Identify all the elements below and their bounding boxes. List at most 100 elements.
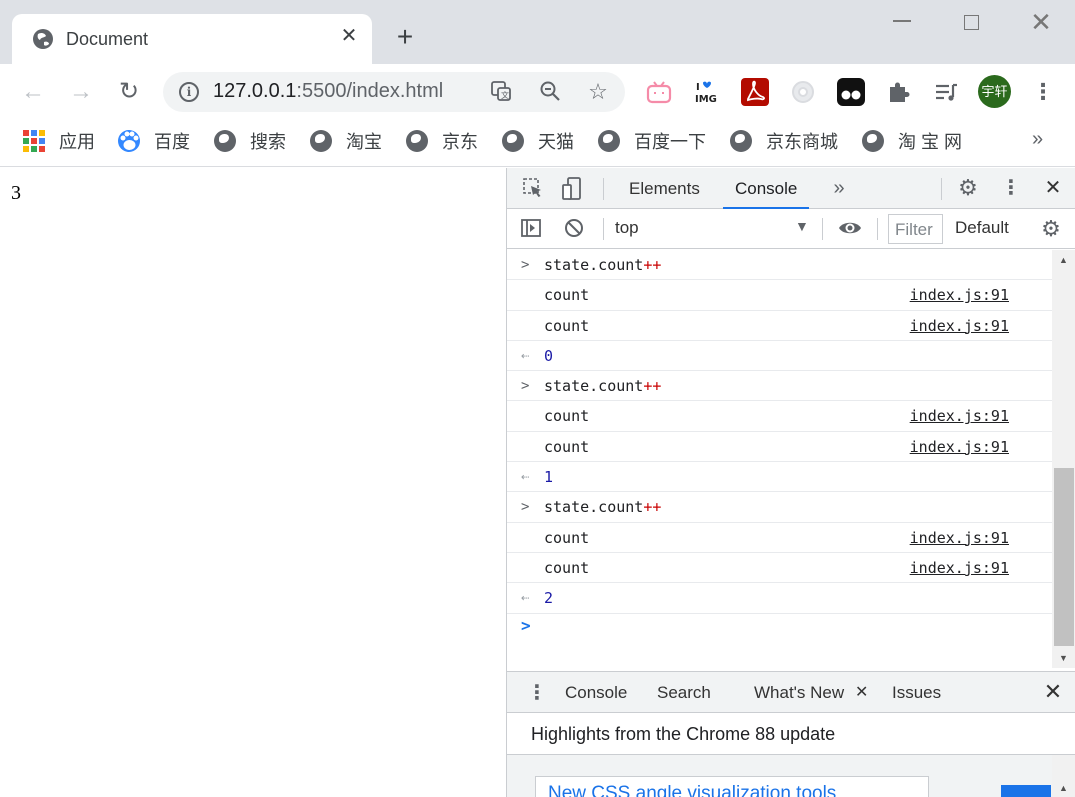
source-link[interactable]: index.js:91 [910, 280, 1009, 310]
console-log-row: count index.js:91 [507, 401, 1052, 432]
whats-new-scrollbar[interactable]: ▲ [1052, 755, 1075, 797]
chevron-down-icon[interactable]: ▼ [795, 218, 809, 234]
window-minimize-button[interactable] [893, 20, 911, 22]
bookmark-taobao-net[interactable]: 淘 宝 网 [862, 128, 962, 154]
info-icon[interactable]: i [179, 82, 199, 102]
source-link[interactable]: index.js:91 [910, 401, 1009, 431]
bookmarks-overflow-icon[interactable]: » [1032, 128, 1043, 151]
console-log-row: count index.js:91 [507, 523, 1052, 553]
translate-icon[interactable]: 文 [489, 80, 513, 104]
bookmark-tmall[interactable]: 天猫 [502, 128, 574, 154]
console-filter-input[interactable]: Filter [888, 214, 943, 244]
more-tabs-icon[interactable]: » [827, 176, 851, 200]
close-tab-icon[interactable]: ✕ [855, 672, 868, 714]
drawer-tab-console[interactable]: Console [565, 672, 627, 714]
gear-extension-icon[interactable] [789, 78, 817, 106]
tab-close-icon[interactable]: ✕ [340, 26, 358, 46]
whats-new-panel: Highlights from the Chrome 88 update New… [507, 713, 1075, 797]
console-log-text: count [544, 407, 590, 426]
source-link[interactable]: index.js:91 [910, 432, 1009, 462]
zoom-icon[interactable] [538, 80, 562, 104]
console-log-row: count index.js:91 [507, 553, 1052, 584]
browser-tab[interactable]: Document ✕ [12, 14, 372, 64]
console-result-row: ⇠ 1 [507, 462, 1052, 493]
url-host: 127.0.0.1 [213, 80, 297, 102]
feature-card[interactable]: New CSS angle visualization tools [535, 776, 929, 797]
bookmark-search[interactable]: 搜索 [214, 128, 286, 154]
console-input-row[interactable]: > state.count++ [507, 371, 1052, 402]
console-prompt[interactable]: > [507, 614, 1052, 644]
live-expression-eye-icon[interactable] [838, 216, 862, 240]
extensions-puzzle-icon[interactable] [885, 78, 913, 106]
drawer-tab-whats-new[interactable]: What's New [739, 672, 873, 715]
drawer-tab-issues[interactable]: Issues [892, 672, 941, 714]
pdf-extension-icon[interactable] [741, 78, 769, 106]
scrollbar-thumb[interactable] [1054, 468, 1074, 646]
input-chevron-icon: > [521, 257, 530, 273]
bookmark-jd-mall[interactable]: 京东商城 [730, 128, 838, 154]
reload-button[interactable]: ↻ [115, 78, 143, 106]
source-link[interactable]: index.js:91 [910, 553, 1009, 583]
bookmark-baidu[interactable]: 百度 [118, 128, 190, 154]
bookmark-apps[interactable]: 应用 [23, 128, 95, 154]
close-drawer-icon[interactable]: ✕ [1041, 680, 1065, 704]
inspect-element-icon[interactable] [521, 177, 545, 201]
input-chevron-icon: > [521, 378, 530, 395]
bookmark-baidu-search[interactable]: 百度一下 [598, 128, 706, 154]
feature-thumbnail [1001, 785, 1051, 797]
baidu-icon [118, 130, 140, 152]
media-control-icon[interactable] [932, 78, 960, 106]
console-input-row[interactable]: > state.count++ [507, 492, 1052, 523]
bookmark-taobao[interactable]: 淘宝 [310, 128, 382, 154]
console-input-text: state.count [544, 377, 644, 396]
globe-icon [502, 130, 524, 152]
context-selector[interactable]: top [615, 218, 639, 238]
drawer-menu-icon[interactable]: ⋮ [527, 681, 547, 705]
bookmark-jd[interactable]: 京东 [406, 128, 478, 154]
clear-console-icon[interactable] [562, 217, 586, 241]
input-chevron-icon: > [521, 499, 530, 516]
console-result-value: 1 [544, 468, 554, 487]
source-link[interactable]: index.js:91 [910, 311, 1009, 341]
address-bar[interactable]: i 127.0.0.1:5500/index.html 文 ☆ [163, 72, 625, 112]
console-input-operator: ++ [643, 256, 662, 274]
result-arrow-icon: ⇠ [521, 347, 530, 364]
tab-elements[interactable]: Elements [629, 168, 700, 209]
globe-icon [406, 130, 428, 152]
scroll-down-arrow-icon[interactable]: ▼ [1059, 653, 1068, 663]
scroll-up-arrow-icon[interactable]: ▲ [1059, 783, 1068, 793]
close-devtools-icon[interactable]: ✕ [1041, 176, 1065, 200]
forward-button[interactable]: → [67, 78, 95, 106]
bookmark-star-icon[interactable]: ☆ [586, 80, 610, 104]
window-close-button[interactable]: ✕ [1030, 9, 1052, 35]
source-link[interactable]: index.js:91 [910, 523, 1009, 553]
bilibili-extension-icon[interactable] [645, 78, 673, 106]
console-log-text: count [544, 437, 590, 456]
console-input-row[interactable]: > state.count++ [507, 250, 1052, 281]
devtools-menu-icon[interactable]: ⋮ [999, 176, 1023, 200]
url-text[interactable]: 127.0.0.1:5500/index.html [213, 80, 443, 103]
profile-avatar[interactable]: 宇轩 [978, 75, 1011, 108]
new-tab-button[interactable]: + [392, 23, 418, 51]
globe-icon [214, 130, 236, 152]
show-sidebar-icon[interactable] [519, 217, 543, 241]
settings-gear-icon[interactable]: ⚙ [956, 176, 980, 200]
tab-console[interactable]: Console [722, 168, 810, 209]
back-button[interactable]: ← [19, 78, 47, 106]
img-extension-icon[interactable]: I IMG [693, 78, 721, 106]
console-log-text: count [544, 316, 590, 335]
drawer-tab-search[interactable]: Search [657, 672, 711, 714]
tampermonkey-extension-icon[interactable] [837, 78, 865, 106]
console-output[interactable]: > state.count++ count index.js:91 count … [507, 250, 1052, 668]
bookmark-label: 淘 宝 网 [898, 132, 963, 152]
toolbar-divider [877, 218, 878, 240]
window-maximize-button[interactable] [964, 15, 979, 30]
console-scrollbar[interactable]: ▲ ▼ [1052, 250, 1075, 668]
bookmark-label: 淘宝 [346, 132, 382, 152]
chrome-menu-icon[interactable]: ⋮ [1032, 78, 1054, 106]
feature-card-title[interactable]: New CSS angle visualization tools [548, 783, 836, 797]
console-settings-gear-icon[interactable]: ⚙ [1039, 217, 1063, 241]
log-levels-dropdown[interactable]: Default [955, 218, 1009, 238]
device-toolbar-icon[interactable] [560, 177, 584, 201]
scroll-up-arrow-icon[interactable]: ▲ [1059, 255, 1068, 265]
